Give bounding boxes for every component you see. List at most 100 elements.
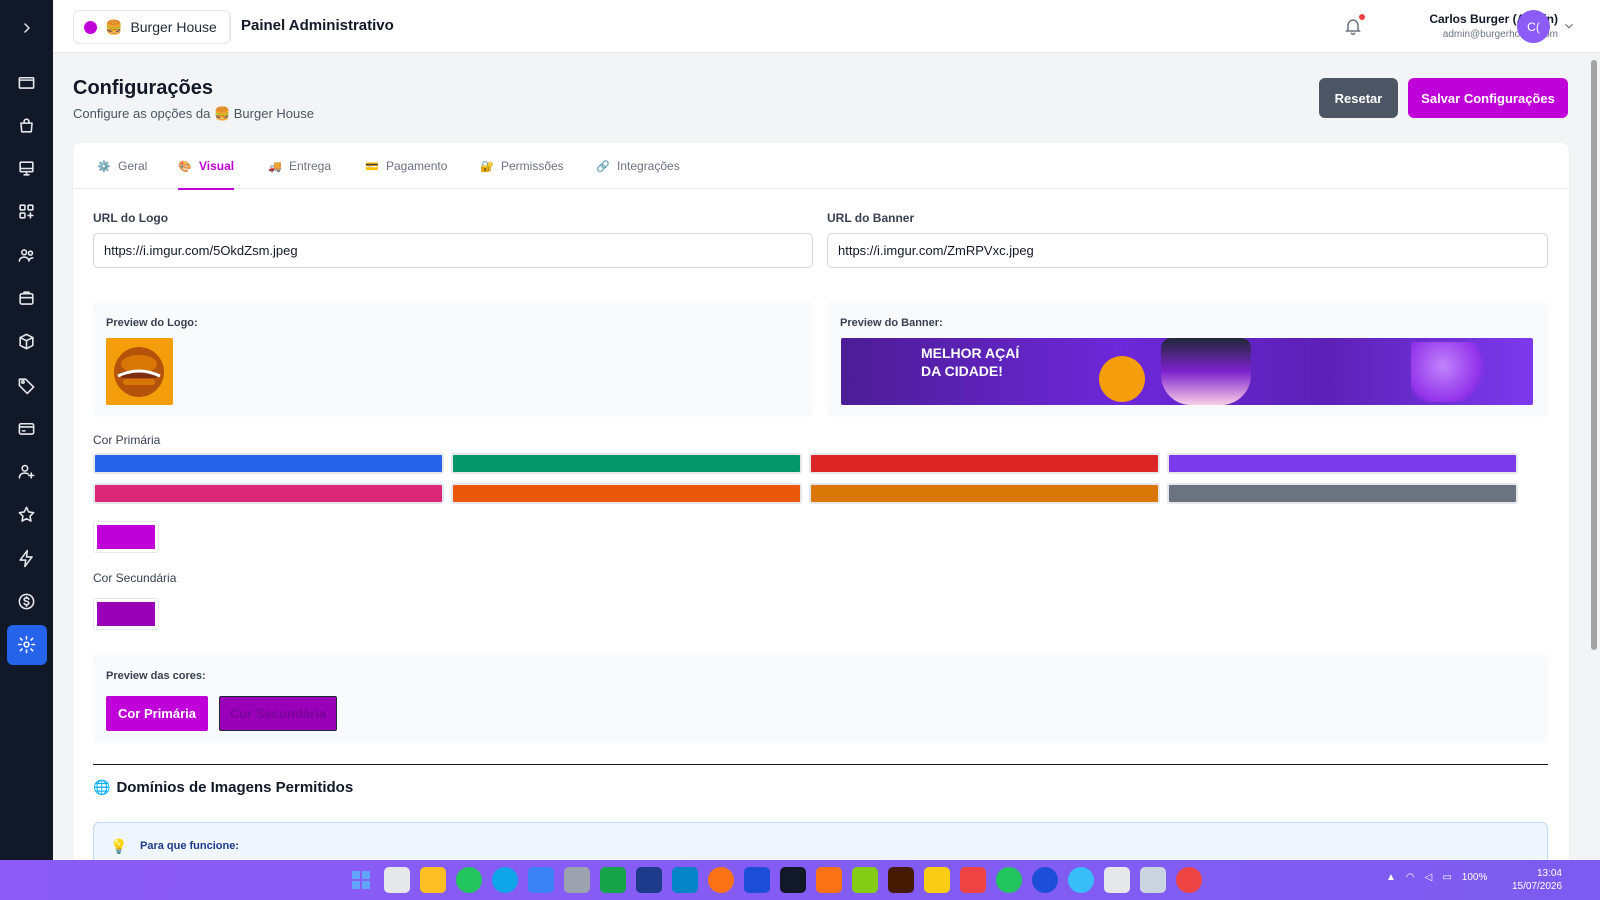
avatar[interactable]: C( [1517, 10, 1550, 43]
chrome-icon[interactable] [1176, 867, 1202, 893]
card-icon: 💳 [365, 160, 379, 173]
lightbulb-icon: 💡 [110, 838, 128, 854]
header-divider [230, 13, 231, 41]
os-taskbar: ▲ ◠ ◁ ▭ 100% 13:04 15/07/2026 [0, 860, 1600, 900]
sidebar-item-inventory[interactable] [7, 278, 47, 318]
credit-card-icon [18, 422, 35, 435]
battery-level: 100% [1461, 872, 1488, 883]
banner-preview-label: Preview do Banner: [840, 317, 943, 329]
edge-browser-icon[interactable] [492, 867, 518, 893]
system-tray: ▲ ◠ ◁ ▭ 100% [1386, 872, 1487, 883]
primary-swatch-blue[interactable] [93, 453, 444, 474]
speaker-icon[interactable]: ◁ [1425, 872, 1433, 883]
primary-swatch-red[interactable] [809, 453, 1160, 474]
banner-badge-graphic [1099, 356, 1145, 402]
sidebar-item-categories[interactable] [7, 192, 47, 232]
save-settings-button[interactable]: Salvar Configurações [1408, 78, 1568, 118]
terminal-icon[interactable] [780, 867, 806, 893]
archive-icon [19, 291, 34, 305]
chat-app-icon[interactable] [600, 867, 626, 893]
primary-swatch-amber[interactable] [809, 483, 1160, 504]
sidebar-toggle-button[interactable] [0, 0, 53, 56]
store-selector[interactable]: 🍔 Burger House [73, 10, 230, 44]
wifi-icon[interactable]: ◠ [1406, 872, 1415, 883]
palette-icon: 🎨 [178, 160, 192, 173]
page-scrollbar-thumb[interactable] [1591, 60, 1597, 650]
sidebar [0, 0, 53, 860]
primary-swatch-violet[interactable] [1167, 453, 1518, 474]
sidebar-item-pdv[interactable] [7, 149, 47, 189]
sidebar-item-products[interactable] [7, 322, 47, 362]
file-explorer-icon[interactable] [420, 867, 446, 893]
sidebar-item-staff[interactable] [7, 452, 47, 492]
sidebar-item-payments[interactable] [7, 408, 47, 448]
primary-swatch-gray[interactable] [1167, 483, 1518, 504]
burger-logo-graphic [106, 338, 173, 405]
notifications-button[interactable] [1343, 14, 1365, 38]
banner-headline-line: MELHOR AÇAÍ [921, 345, 1020, 361]
tab-integracoes[interactable]: 🔗 Integrações [596, 143, 680, 189]
sidebar-item-coupons[interactable] [7, 365, 47, 405]
sidebar-item-folder[interactable] [7, 62, 47, 102]
user-menu-button[interactable] [1562, 19, 1576, 33]
tab-permissoes[interactable]: 🔐 Permissões [480, 143, 564, 189]
logo-preview-label: Preview do Logo: [106, 317, 198, 329]
powershell-icon[interactable] [744, 867, 770, 893]
notepad-icon[interactable] [1140, 867, 1166, 893]
sidebar-item-finance[interactable] [7, 582, 47, 622]
logo-url-label: URL do Logo [93, 211, 169, 225]
folder-icon [18, 76, 35, 89]
sidebar-item-settings[interactable] [6, 624, 47, 665]
primary-color-picker[interactable] [93, 521, 159, 553]
sidebar-item-reviews[interactable] [7, 495, 47, 535]
illustrator-icon[interactable] [888, 867, 914, 893]
paint-icon[interactable] [1104, 867, 1130, 893]
logo-url-input[interactable] [93, 233, 813, 268]
clock-time: 13:04 [1536, 868, 1562, 879]
internet-explorer-icon[interactable] [1068, 867, 1094, 893]
store-app-icon[interactable] [384, 867, 410, 893]
tab-geral[interactable]: ⚙️ Geral [97, 143, 147, 189]
vscode-icon[interactable] [672, 867, 698, 893]
battery-icon[interactable]: ▭ [1442, 872, 1451, 883]
secondary-color-label: Cor Secundária [93, 571, 177, 585]
postman-icon[interactable] [708, 867, 734, 893]
secondary-color-picker[interactable] [93, 598, 159, 630]
sidebar-item-customers[interactable] [7, 235, 47, 275]
chevron-down-icon [1565, 23, 1573, 29]
database-icon[interactable] [564, 867, 590, 893]
cortana-icon[interactable] [1032, 867, 1058, 893]
anydesk-icon[interactable] [960, 867, 986, 893]
tag-icon [18, 377, 35, 394]
app-icon[interactable] [816, 867, 842, 893]
secondary-color-preview-button[interactable]: Cor Secundária [219, 696, 337, 731]
powerbi-icon[interactable] [924, 867, 950, 893]
taskbar-apps [348, 867, 1202, 893]
chevron-up-icon[interactable]: ▲ [1386, 872, 1396, 883]
app-icon[interactable] [528, 867, 554, 893]
sidebar-item-promotions[interactable] [7, 538, 47, 578]
user-plus-icon [18, 464, 35, 479]
banner-url-input[interactable] [827, 233, 1548, 268]
start-menu-icon[interactable] [348, 867, 374, 893]
primary-color-fill [97, 525, 155, 549]
sidebar-item-orders[interactable] [7, 105, 47, 145]
tab-pagamento[interactable]: 💳 Pagamento [365, 143, 447, 189]
primary-swatch-green[interactable] [451, 453, 802, 474]
tab-entrega[interactable]: 🚚 Entrega [268, 143, 331, 189]
primary-swatch-orange[interactable] [451, 483, 802, 504]
reset-button[interactable]: Resetar [1319, 78, 1398, 118]
chrome-icon[interactable] [996, 867, 1022, 893]
tab-visual[interactable]: 🎨 Visual [178, 143, 235, 190]
editor-app-icon[interactable] [636, 867, 662, 893]
shopping-bag-icon [20, 118, 33, 133]
taskbar-clock[interactable]: 13:04 15/07/2026 [1512, 867, 1562, 893]
store-color-dot [84, 20, 97, 34]
primary-color-preview-button[interactable]: Cor Primária [106, 696, 208, 731]
primary-swatch-pink[interactable] [93, 483, 444, 504]
image-viewer-icon[interactable] [852, 867, 878, 893]
dollar-icon [18, 593, 35, 610]
subtitle-store: Burger House [233, 106, 314, 121]
allowed-domains-title: 🌐 Domínios de Imagens Permitidos [93, 779, 353, 796]
whatsapp-icon[interactable] [456, 867, 482, 893]
